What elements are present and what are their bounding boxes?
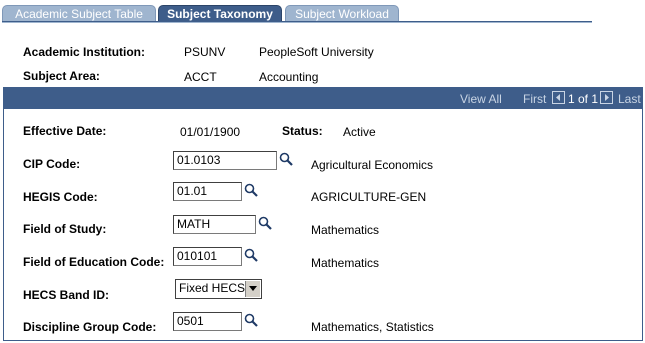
institution-label: Academic Institution: bbox=[23, 45, 146, 59]
next-arrow-icon[interactable] bbox=[600, 91, 613, 104]
previous-arrow-icon[interactable] bbox=[552, 91, 565, 104]
subject-area-name: Accounting bbox=[259, 70, 319, 84]
institution-name: PeopleSoft University bbox=[259, 45, 374, 59]
hegis-code-input[interactable]: 01.01 bbox=[173, 182, 242, 201]
hecs-band-select[interactable]: Fixed HECS bbox=[175, 279, 262, 299]
last-link[interactable]: Last bbox=[618, 92, 641, 106]
status-value: Active bbox=[343, 125, 376, 139]
institution-code: PSUNV bbox=[184, 45, 226, 59]
hecs-band-selected-value: Fixed HECS bbox=[179, 281, 246, 295]
tab-academic-subject-table[interactable]: Academic Subject Table bbox=[2, 5, 156, 21]
page-count: 1 of 1 bbox=[568, 92, 599, 106]
hecs-band-label: HECS Band ID: bbox=[23, 288, 110, 302]
cip-code-description: Agricultural Economics bbox=[311, 158, 434, 172]
subject-area-label: Subject Area: bbox=[23, 69, 100, 83]
chevron-down-icon[interactable] bbox=[245, 281, 260, 297]
hegis-code-lookup-icon[interactable] bbox=[244, 183, 258, 197]
effective-date-value: 01/01/1900 bbox=[180, 125, 241, 139]
scroll-navigation-bar: View All First 1 of 1 Last bbox=[4, 88, 642, 109]
discipline-group-lookup-icon[interactable] bbox=[244, 313, 258, 327]
first-link[interactable]: First bbox=[523, 92, 546, 106]
hegis-code-label: HEGIS Code: bbox=[23, 190, 98, 204]
tab-subject-workload[interactable]: Subject Workload bbox=[285, 5, 399, 21]
cip-code-input[interactable]: 01.0103 bbox=[173, 151, 277, 170]
discipline-group-label: Discipline Group Code: bbox=[23, 320, 157, 334]
field-of-education-description: Mathematics bbox=[311, 256, 380, 270]
field-of-education-lookup-icon[interactable] bbox=[244, 248, 258, 262]
cip-code-lookup-icon[interactable] bbox=[279, 152, 293, 166]
tab-divider-shadow bbox=[2, 22, 592, 23]
cip-code-label: CIP Code: bbox=[23, 157, 81, 171]
discipline-group-description: Mathematics, Statistics bbox=[311, 320, 434, 334]
field-of-education-input[interactable]: 010101 bbox=[173, 247, 242, 266]
field-of-study-input[interactable]: MATH bbox=[173, 215, 256, 234]
effective-date-label: Effective Date: bbox=[23, 124, 107, 138]
subject-area-code: ACCT bbox=[184, 70, 217, 84]
field-of-education-label: Field of Education Code: bbox=[23, 255, 165, 269]
hegis-code-description: AGRICULTURE-GEN bbox=[311, 190, 427, 204]
field-of-study-description: Mathematics bbox=[311, 223, 380, 237]
status-label: Status: bbox=[282, 124, 323, 138]
view-all-link[interactable]: View All bbox=[460, 92, 502, 106]
discipline-group-input[interactable]: 0501 bbox=[173, 312, 242, 331]
field-of-study-lookup-icon[interactable] bbox=[258, 216, 272, 230]
field-of-study-label: Field of Study: bbox=[23, 222, 107, 236]
tab-subject-taxonomy[interactable]: Subject Taxonomy bbox=[158, 5, 282, 21]
